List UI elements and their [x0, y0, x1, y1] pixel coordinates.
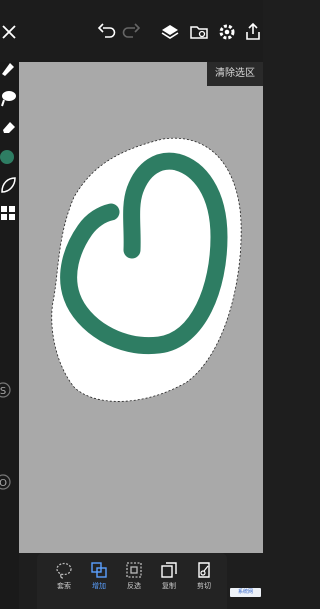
- size-slider-icon[interactable]: S: [0, 380, 17, 400]
- undo-icon[interactable]: [97, 22, 117, 42]
- svg-text:S: S: [0, 386, 6, 397]
- selection-toolbar: 套索 增加 反选 复制 剪切: [37, 553, 227, 609]
- brush-icon[interactable]: [0, 59, 17, 79]
- color-swatch-fill: [0, 150, 14, 164]
- invert-button[interactable]: 反选: [119, 559, 149, 603]
- layers-icon[interactable]: [160, 22, 180, 42]
- copy-button[interactable]: 复制: [154, 559, 184, 603]
- top-toolbar: [0, 0, 263, 62]
- drawing-canvas[interactable]: [19, 62, 263, 553]
- svg-text:O: O: [0, 478, 7, 489]
- smudge-icon[interactable]: [0, 88, 17, 108]
- gear-icon[interactable]: [217, 22, 237, 42]
- cut-button[interactable]: 剪切: [189, 559, 219, 603]
- opacity-slider-icon[interactable]: O: [0, 472, 17, 492]
- invert-label: 反选: [127, 582, 141, 590]
- color-swatch[interactable]: [0, 147, 17, 167]
- eraser-icon[interactable]: [0, 117, 17, 137]
- clear-selection-button[interactable]: 清除选区: [207, 62, 263, 86]
- tool-rail: S O: [0, 62, 19, 609]
- lasso-button[interactable]: 套索: [49, 559, 79, 603]
- watermark-logo: 系统网: [230, 588, 261, 597]
- add-label: 增加: [92, 582, 106, 590]
- adjust-icon[interactable]: [0, 175, 17, 195]
- close-icon[interactable]: [0, 22, 20, 42]
- share-icon[interactable]: [243, 22, 263, 42]
- cut-label: 剪切: [197, 582, 211, 590]
- add-selection-icon: [91, 562, 107, 578]
- invert-selection-icon: [126, 562, 142, 578]
- redo-icon[interactable]: [121, 22, 141, 42]
- cut-icon: [198, 562, 210, 578]
- grid-icon[interactable]: [0, 203, 17, 223]
- lasso-icon: [56, 562, 72, 579]
- copy-label: 复制: [162, 582, 176, 590]
- copy-icon: [161, 562, 177, 578]
- import-folder-icon[interactable]: [189, 22, 209, 42]
- lasso-label: 套索: [57, 582, 71, 590]
- add-button[interactable]: 增加: [84, 559, 114, 603]
